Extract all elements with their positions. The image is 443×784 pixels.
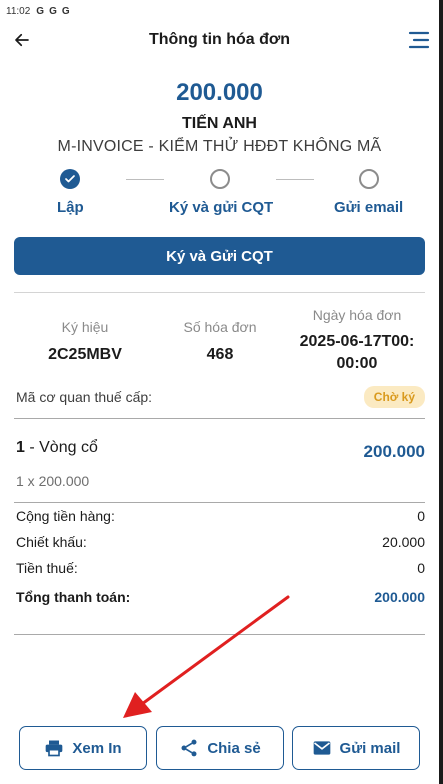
line-item-total: 200.000 xyxy=(363,442,425,461)
summary-total-label: Tổng thanh toán: xyxy=(16,589,131,605)
share-icon xyxy=(179,738,199,758)
step-label-create: Lập xyxy=(57,199,84,216)
summary-value: 0 xyxy=(417,560,425,576)
summary-label: Cộng tiền hàng: xyxy=(16,508,115,524)
invoice-date-line: 2025-06-17T00: xyxy=(299,333,415,350)
summary-row: Chiết khấu: 20.000 xyxy=(16,534,425,554)
invoice-number-label: Số hóa đơn xyxy=(183,319,257,335)
symbol-info: Ký hiệu 2C25MBV xyxy=(30,319,140,366)
summary-total-value: 200.000 xyxy=(374,589,425,605)
summary-total-row: Tổng thanh toán: 200.000 xyxy=(16,589,425,609)
line-item-title: - Vòng cổ xyxy=(24,439,98,456)
status-badge: Chờ ký xyxy=(363,386,425,408)
invoice-number-value: 468 xyxy=(206,346,234,363)
line-item-quantity: 1 x 200.000 xyxy=(16,473,90,489)
menu-icon xyxy=(408,31,430,49)
send-mail-label: Gửi mail xyxy=(339,739,401,757)
google-icon: G xyxy=(61,5,70,17)
status-time: 11:02 xyxy=(6,5,31,17)
customer-name: TIẾN ANH xyxy=(182,115,257,132)
divider xyxy=(14,502,425,503)
invoice-number-info: Số hóa đơn 468 xyxy=(165,319,275,366)
tax-code-row: Mã cơ quan thuế cấp: Chờ ký xyxy=(16,386,425,408)
screen-edge xyxy=(439,0,443,784)
invoice-date-value: 2025-06-17T00: 00:00 xyxy=(283,331,431,375)
symbol-value: 2C25MBV xyxy=(48,346,122,363)
step-connector xyxy=(126,179,164,180)
symbol-label: Ký hiệu xyxy=(61,319,109,335)
summary-row: Cộng tiền hàng: 0 xyxy=(16,508,425,528)
summary-label: Chiết khấu: xyxy=(16,534,87,550)
divider xyxy=(14,292,425,293)
google-icon: G xyxy=(49,5,57,17)
app-header: Thông tin hóa đơn xyxy=(0,24,439,58)
step-label-sign: Ký và gửi CQT xyxy=(169,199,274,216)
mail-icon xyxy=(312,738,332,758)
share-label: Chia sẻ xyxy=(207,739,261,757)
invoice-date-info: Ngày hóa đơn 2025-06-17T00: 00:00 xyxy=(283,307,431,375)
summary-value: 0 xyxy=(417,508,425,524)
status-stepper: Lập Ký và gửi CQT Gửi email xyxy=(0,169,439,219)
step-label-email: Gửi email xyxy=(334,199,404,216)
google-icon: G xyxy=(36,5,45,17)
summary-row: Tiền thuế: 0 xyxy=(16,560,425,580)
step-pending-circle-icon xyxy=(359,169,379,189)
summary-value: 20.000 xyxy=(382,534,425,550)
divider xyxy=(14,418,425,419)
view-print-label: Xem In xyxy=(72,739,122,757)
send-mail-button[interactable]: Gửi mail xyxy=(292,726,420,770)
line-item-name: 1 - Vòng cổ xyxy=(16,439,98,457)
tax-code-label: Mã cơ quan thuế cấp: xyxy=(16,389,153,405)
invoice-date-label: Ngày hóa đơn xyxy=(312,307,402,323)
invoice-amount: 200.000 xyxy=(176,79,263,106)
step-pending-circle-icon xyxy=(210,169,230,189)
invoice-date-line: 00:00 xyxy=(336,355,378,372)
company-name: M-INVOICE - KIỂM THỬ HĐĐT KHÔNG MÃ xyxy=(57,138,382,155)
step-connector xyxy=(276,179,314,180)
page-title: Thông tin hóa đơn xyxy=(148,31,291,48)
step-done-check-icon xyxy=(60,169,80,189)
status-bar: 11:02 G G G xyxy=(0,0,443,22)
divider xyxy=(14,634,425,635)
sign-and-send-button[interactable]: Ký và Gửi CQT xyxy=(14,237,425,275)
view-print-button[interactable]: Xem In xyxy=(19,726,147,770)
printer-icon xyxy=(44,738,64,758)
line-item-index: 1 xyxy=(16,439,25,456)
summary-label: Tiền thuế: xyxy=(16,560,78,576)
share-button[interactable]: Chia sẻ xyxy=(156,726,284,770)
menu-button[interactable] xyxy=(407,28,431,52)
